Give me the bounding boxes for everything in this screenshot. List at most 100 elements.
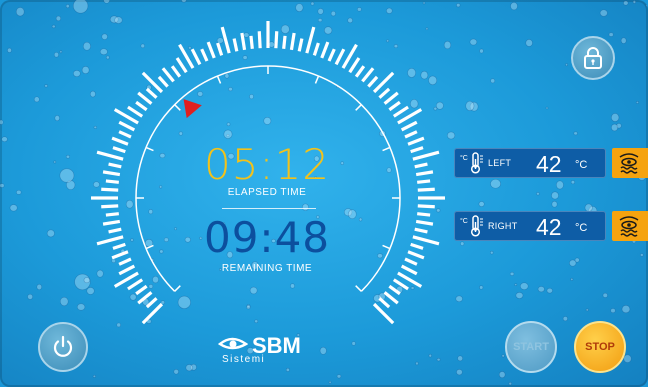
eye-heat-icon xyxy=(619,216,639,237)
dial-inner-mark xyxy=(216,75,222,84)
dial-tick xyxy=(102,170,121,177)
dial-inner-mark xyxy=(145,146,154,152)
dial-inner-mark xyxy=(145,244,154,250)
timer-divider xyxy=(222,208,316,209)
dial-tick xyxy=(232,38,239,52)
dial-tick xyxy=(392,105,409,118)
dial-tick xyxy=(327,48,336,62)
temperature-left-value: 42 xyxy=(536,151,562,177)
dial-tick xyxy=(410,146,424,154)
dial-tick xyxy=(378,297,391,309)
dial-tick xyxy=(383,291,399,305)
temperature-right-value: 42 xyxy=(536,214,562,240)
dial-tick xyxy=(361,67,375,83)
dial-tick xyxy=(137,291,153,305)
dial-tick xyxy=(257,31,262,49)
remaining-time: 09:48 xyxy=(203,213,331,262)
dial-tick xyxy=(161,67,175,83)
dial-tick xyxy=(297,38,304,52)
dial-tick xyxy=(141,302,164,325)
dial-tick xyxy=(96,150,124,161)
dial-tick xyxy=(378,87,391,99)
dial-tick xyxy=(404,257,418,266)
dial-tick xyxy=(400,264,418,276)
dial-tick xyxy=(105,179,119,184)
thermometer-icon: °C xyxy=(460,215,483,237)
dial-tick xyxy=(392,278,409,291)
dial-tick xyxy=(417,204,435,209)
dial-tick xyxy=(412,235,440,246)
power-button[interactable] xyxy=(38,322,88,372)
dial-inner-mark xyxy=(382,146,391,152)
view-right-button[interactable] xyxy=(612,211,648,241)
temperature-right-label: RIGHT xyxy=(488,221,518,231)
dial-tick xyxy=(175,57,188,74)
dial-pointer xyxy=(183,99,202,119)
dial-tick xyxy=(145,297,158,309)
dial-tick xyxy=(206,41,216,59)
thermometer-unit-icon: °C xyxy=(460,217,468,225)
dial-tick xyxy=(282,35,287,49)
dial-tick xyxy=(412,150,440,161)
dial-tick xyxy=(289,32,296,51)
dial-tick xyxy=(388,284,401,296)
dial-tick xyxy=(111,136,129,146)
view-left-button[interactable] xyxy=(612,148,648,178)
dial-tick xyxy=(137,91,153,105)
dial-tick xyxy=(320,41,330,59)
dial-tick xyxy=(407,250,425,260)
power-icon xyxy=(53,335,73,357)
dial-tick xyxy=(127,105,144,118)
start-button[interactable]: START xyxy=(505,321,557,373)
machine-screen: 05:12 ELAPSED TIME 09:48 REMAINING TIME … xyxy=(0,0,648,387)
elapsed-time: 05:12 xyxy=(203,140,331,189)
dial-tick xyxy=(400,120,418,132)
dial-tick xyxy=(135,100,148,112)
thermometer-icon: °C xyxy=(460,152,483,174)
dial-tick xyxy=(383,91,399,105)
dial-tick xyxy=(249,35,254,49)
thermometer-unit-icon: °C xyxy=(460,154,468,162)
dial-tick xyxy=(415,170,434,177)
temperature-right-panel: °C RIGHT 42 °C xyxy=(454,211,606,241)
dial-tick xyxy=(135,284,148,296)
dial-tick xyxy=(274,31,279,49)
dial-tick xyxy=(96,235,124,246)
dial-tick xyxy=(414,162,428,169)
sbm-eye-logo xyxy=(218,337,248,350)
dial-tick xyxy=(240,32,247,51)
brand-subtitle: Sistemi xyxy=(222,354,266,365)
dial-inner-mark xyxy=(382,244,391,250)
dial-tick xyxy=(200,48,209,62)
dial-tick xyxy=(354,65,366,78)
dial-tick xyxy=(108,227,122,234)
dial-tick xyxy=(410,242,424,250)
dial-tick xyxy=(367,75,379,88)
remaining-time-label: REMAINING TIME xyxy=(221,263,313,274)
dial-tick xyxy=(118,130,132,139)
dial-tick xyxy=(112,146,126,154)
lock-button[interactable] xyxy=(571,36,615,80)
temperature-left-label: LEFT xyxy=(488,158,512,168)
elapsed-time-label: ELAPSED TIME xyxy=(227,187,307,198)
temperature-right-unit: °C xyxy=(575,222,588,234)
stop-button[interactable]: STOP xyxy=(574,321,626,373)
dial-tick xyxy=(372,71,395,94)
dial-tick xyxy=(190,48,202,66)
dial-tick xyxy=(417,187,435,192)
dial-tick xyxy=(118,257,132,266)
eye-heat-icon xyxy=(619,153,639,174)
dial-tick xyxy=(118,264,136,276)
dial-tick xyxy=(102,219,121,226)
dial-tick xyxy=(105,212,119,217)
dial-inner-mark xyxy=(174,285,181,292)
dial-tick xyxy=(334,48,346,66)
dial-tick xyxy=(417,212,431,217)
lock-icon xyxy=(584,47,602,69)
dial-tick xyxy=(348,57,361,74)
dial-tick xyxy=(372,302,395,325)
dial-inner-mark xyxy=(314,75,320,84)
dial-tick xyxy=(108,162,122,169)
dial-tick xyxy=(101,204,119,209)
dial-tick xyxy=(216,42,224,56)
